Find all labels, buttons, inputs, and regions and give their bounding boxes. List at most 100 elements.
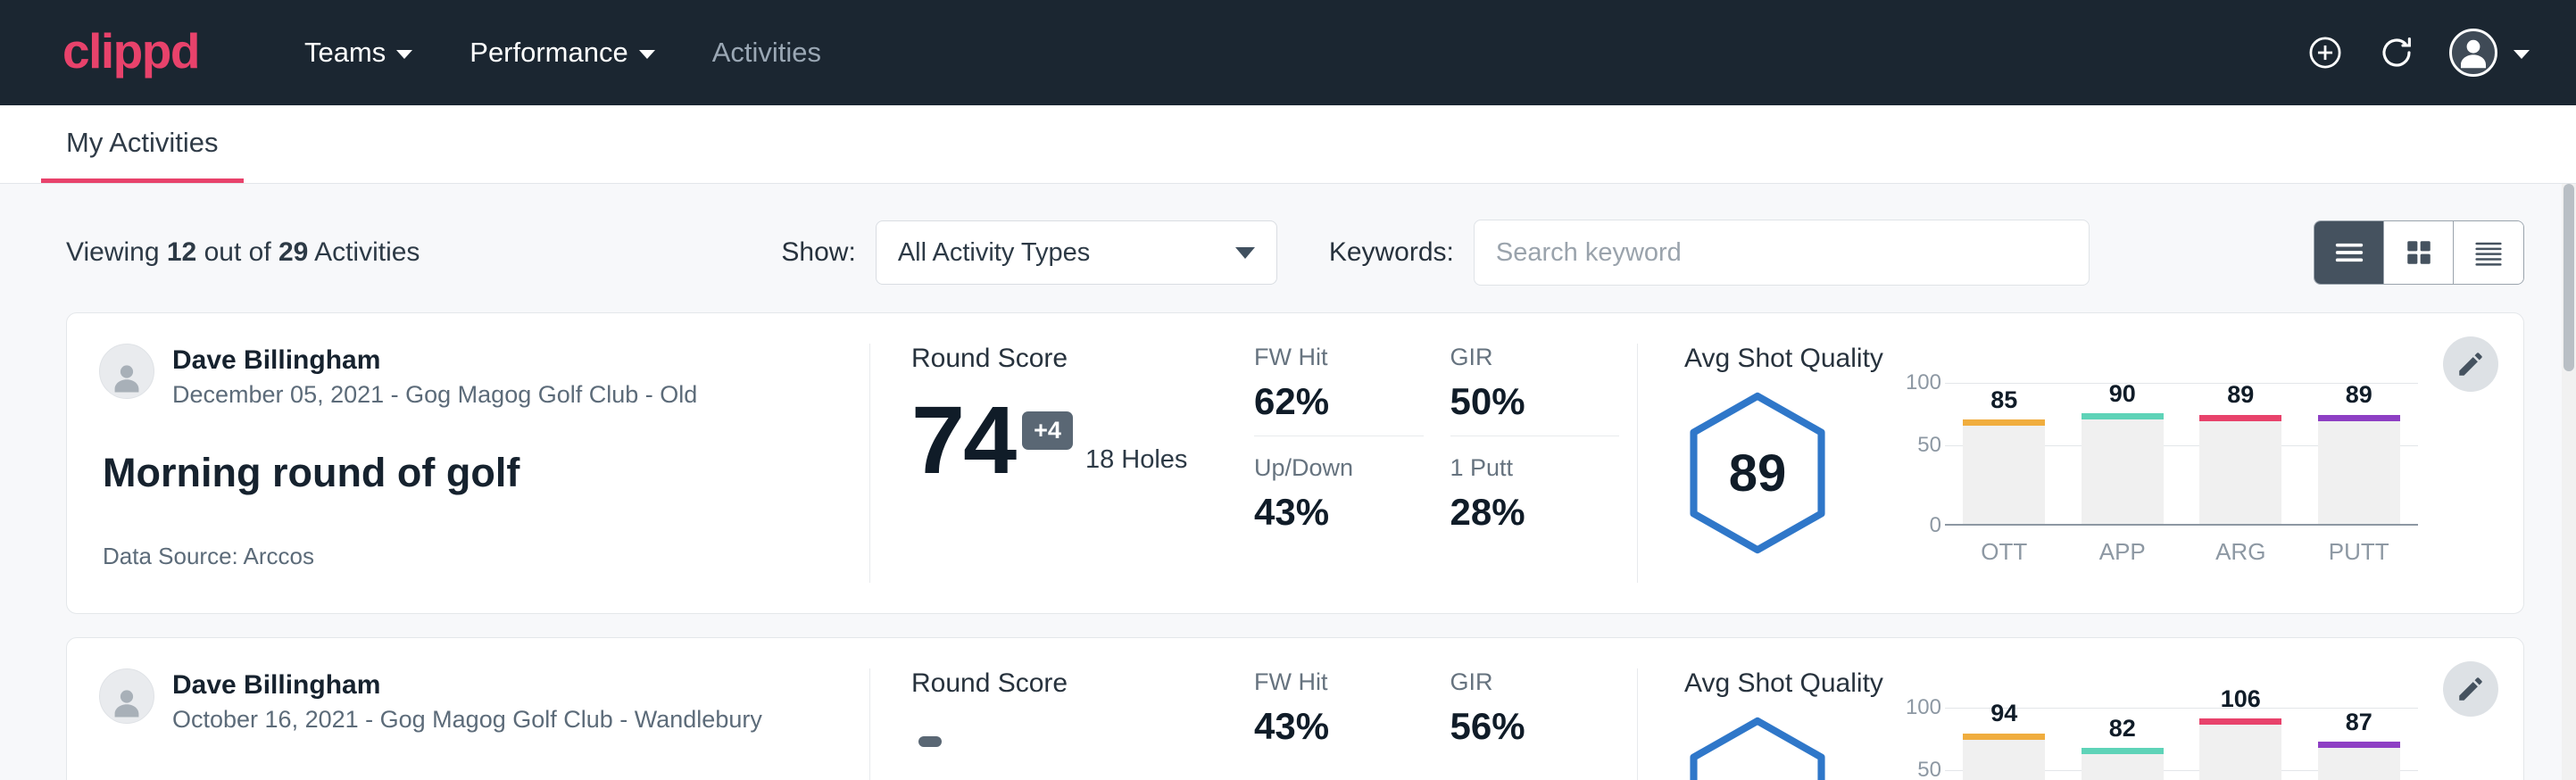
viewing-prefix: Viewing — [66, 237, 160, 267]
compact-view-button[interactable] — [2454, 221, 2523, 284]
chevron-down-icon — [639, 50, 655, 59]
edit-activity-button[interactable] — [2443, 336, 2498, 392]
stat-fw-hit: FW Hit 43% — [1254, 668, 1424, 760]
round-score-row — [911, 720, 1236, 747]
nav-item-activities[interactable]: Activities — [684, 28, 850, 78]
score-differential-badge — [918, 736, 942, 747]
bar-value: 82 — [2109, 715, 2136, 743]
bar-ott: 85 — [1963, 383, 2045, 524]
round-score-row: 74 +4 18 Holes — [911, 395, 1236, 484]
avg-shot-quality-column: Avg Shot Quality 100 — [1638, 668, 2523, 780]
stat-label: 1 Putt — [1450, 454, 1620, 482]
keywords-filter-group: Keywords: — [1329, 220, 2090, 286]
bar-ott: 94 — [1963, 708, 2045, 780]
keywords-label: Keywords: — [1329, 237, 1454, 268]
scrollbar-thumb[interactable] — [2564, 184, 2574, 371]
stat-label: FW Hit — [1254, 668, 1424, 696]
bar-rect — [2082, 413, 2164, 524]
player-name: Dave Billingham — [172, 668, 762, 702]
bar-app: 82 — [2082, 708, 2164, 780]
brand-logo[interactable]: clippd — [62, 27, 199, 76]
nav-item-teams-label: Teams — [304, 37, 386, 69]
tab-strip: My Activities — [0, 105, 2576, 184]
round-score-label: Round Score — [911, 668, 1236, 699]
round-score-column: Round Score 74 +4 18 Holes — [870, 344, 1245, 583]
edit-activity-button[interactable] — [2443, 661, 2498, 717]
avatar — [99, 668, 154, 724]
activity-type-select-value: All Activity Types — [898, 238, 1090, 268]
bar-rect — [1963, 419, 2045, 524]
activity-type-select[interactable]: All Activity Types — [876, 220, 1277, 285]
chart-plot-area: 94 82 106 — [1945, 708, 2418, 780]
page-scrollbar[interactable] — [2562, 184, 2576, 780]
bar-value: 89 — [2346, 381, 2372, 409]
avatar — [2449, 29, 2497, 77]
avg-shot-quality-label: Avg Shot Quality — [1684, 668, 2523, 699]
x-label-ott: OTT — [1963, 538, 2045, 566]
bar-rect — [2318, 742, 2400, 780]
stat-one-putt: 1 Putt 28% — [1450, 454, 1620, 546]
chevron-down-icon — [2514, 50, 2530, 59]
activity-info-column: Dave Billingham December 05, 2021 - Gog … — [67, 344, 870, 583]
list-view-button[interactable] — [2314, 221, 2384, 284]
refresh-icon[interactable] — [2378, 34, 2415, 71]
bar-value: 90 — [2109, 380, 2136, 408]
search-input[interactable] — [1474, 220, 2090, 286]
stat-gir: GIR 56% — [1450, 668, 1620, 760]
tab-my-activities[interactable]: My Activities — [41, 127, 244, 183]
round-stats-grid: FW Hit 62% GIR 50% Up/Down 43% 1 Putt 28… — [1254, 344, 1619, 546]
stat-label: GIR — [1450, 668, 1620, 696]
bar-value: 85 — [1990, 386, 2017, 414]
avg-shot-quality-body: 89 100 50 0 — [1684, 383, 2523, 566]
round-score-value: 74 — [911, 395, 1015, 484]
filter-toolbar: Viewing 12 out of 29 Activities Show: Al… — [0, 184, 2576, 312]
viewing-summary: Viewing 12 out of 29 Activities — [66, 237, 420, 268]
add-circle-icon[interactable] — [2306, 34, 2344, 71]
nav-item-teams[interactable]: Teams — [276, 28, 441, 78]
show-filter-group: Show: All Activity Types — [781, 220, 1276, 285]
view-mode-toggle — [2314, 220, 2524, 285]
chart-bars: 94 82 106 — [1945, 708, 2418, 780]
show-label: Show: — [781, 237, 855, 268]
activity-title: Morning round of golf — [103, 450, 834, 496]
chart-plot-area: 85 90 89 — [1945, 383, 2418, 526]
score-differential-badge: +4 — [1022, 411, 1073, 450]
bar-value: 87 — [2346, 709, 2372, 736]
chart-y-axis: 100 50 0 — [1890, 708, 1941, 780]
bar-rect — [1963, 734, 2045, 780]
navbar-actions — [2306, 29, 2530, 77]
y-tick-50: 50 — [1917, 758, 1941, 780]
nav-item-performance[interactable]: Performance — [441, 28, 683, 78]
activity-card[interactable]: Dave Billingham December 05, 2021 - Gog … — [66, 312, 2524, 614]
chart-x-axis-line — [1945, 524, 2418, 526]
stat-value: 62% — [1254, 380, 1424, 423]
stat-gir: GIR 50% — [1450, 344, 1620, 436]
round-stats-column: FW Hit 62% GIR 50% Up/Down 43% 1 Putt 28… — [1245, 344, 1638, 583]
bar-arg: 89 — [2199, 383, 2281, 524]
chevron-down-icon — [396, 50, 412, 59]
activity-info-column: Dave Billingham October 16, 2021 - Gog M… — [67, 668, 870, 780]
account-menu[interactable] — [2449, 29, 2530, 77]
chart-x-labels: OTT APP ARG PUTT — [1945, 538, 2418, 566]
quality-hexagon: 89 — [1684, 392, 1831, 554]
shot-quality-bar-chart: 100 50 0 85 — [1890, 383, 2418, 566]
x-label-app: APP — [2082, 538, 2164, 566]
avatar — [99, 344, 154, 399]
bar-rect — [2199, 718, 2281, 780]
quality-hexagon — [1684, 717, 1831, 780]
stat-value: 56% — [1450, 705, 1620, 748]
chart-bars: 85 90 89 — [1945, 383, 2418, 524]
y-tick-0: 0 — [1930, 513, 1941, 538]
quality-hexagon-wrap — [1684, 717, 1863, 780]
viewing-middle: out of — [204, 237, 271, 267]
activity-player-header: Dave Billingham October 16, 2021 - Gog M… — [99, 668, 834, 734]
shot-quality-bar-chart: 100 50 0 94 — [1890, 708, 2418, 780]
bar-arg: 106 — [2199, 708, 2281, 780]
activity-card[interactable]: Dave Billingham October 16, 2021 - Gog M… — [66, 637, 2524, 780]
activity-data-source: Data Source: Arccos — [103, 543, 834, 570]
viewing-suffix: Activities — [314, 237, 420, 267]
grid-view-button[interactable] — [2384, 221, 2454, 284]
avg-shot-quality-body: 100 50 0 94 — [1684, 708, 2523, 780]
nav-item-activities-label: Activities — [712, 37, 821, 69]
activity-card-list: Dave Billingham December 05, 2021 - Gog … — [0, 312, 2576, 780]
